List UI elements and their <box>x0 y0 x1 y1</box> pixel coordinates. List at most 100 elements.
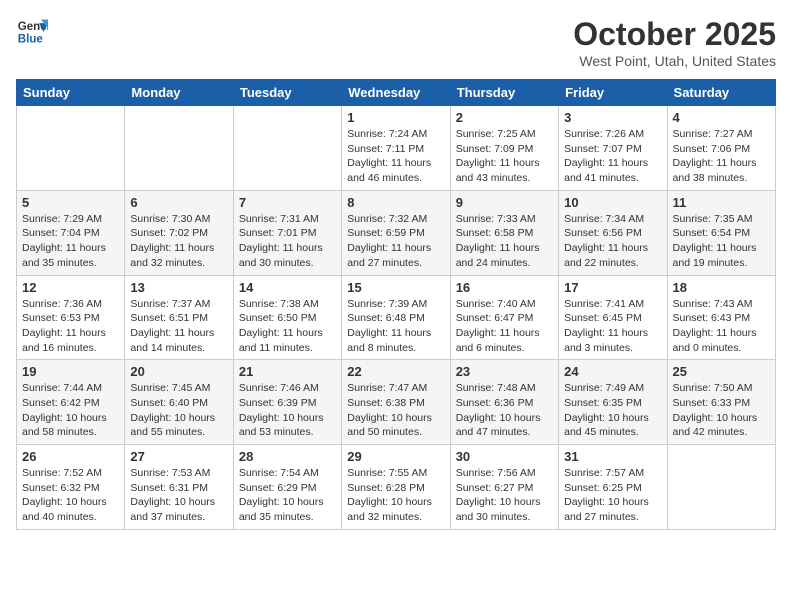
col-header-friday: Friday <box>559 80 667 106</box>
calendar-cell: 25 Sunrise: 7:50 AM Sunset: 6:33 PM Dayli… <box>667 360 775 445</box>
day-number: 8 <box>347 195 444 210</box>
day-info: Sunrise: 7:53 AM Sunset: 6:31 PM Dayligh… <box>130 466 227 525</box>
day-info: Sunrise: 7:32 AM Sunset: 6:59 PM Dayligh… <box>347 212 444 271</box>
day-info: Sunrise: 7:38 AM Sunset: 6:50 PM Dayligh… <box>239 297 336 356</box>
day-info: Sunrise: 7:49 AM Sunset: 6:35 PM Dayligh… <box>564 381 661 440</box>
day-info: Sunrise: 7:24 AM Sunset: 7:11 PM Dayligh… <box>347 127 444 186</box>
calendar-cell: 1 Sunrise: 7:24 AM Sunset: 7:11 PM Daylig… <box>342 106 450 191</box>
day-number: 13 <box>130 280 227 295</box>
calendar-week-4: 19 Sunrise: 7:44 AM Sunset: 6:42 PM Dayli… <box>17 360 776 445</box>
col-header-sunday: Sunday <box>17 80 125 106</box>
calendar-cell: 16 Sunrise: 7:40 AM Sunset: 6:47 PM Dayli… <box>450 275 558 360</box>
day-number: 1 <box>347 110 444 125</box>
day-info: Sunrise: 7:36 AM Sunset: 6:53 PM Dayligh… <box>22 297 119 356</box>
calendar-cell: 10 Sunrise: 7:34 AM Sunset: 6:56 PM Dayli… <box>559 190 667 275</box>
day-number: 10 <box>564 195 661 210</box>
calendar-cell: 9Sunrise: 7:33 AM Sunset: 6:58 PM Daylig… <box>450 190 558 275</box>
day-info: Sunrise: 7:26 AM Sunset: 7:07 PM Dayligh… <box>564 127 661 186</box>
day-number: 23 <box>456 364 553 379</box>
day-info: Sunrise: 7:55 AM Sunset: 6:28 PM Dayligh… <box>347 466 444 525</box>
calendar-cell: 8 Sunrise: 7:32 AM Sunset: 6:59 PM Daylig… <box>342 190 450 275</box>
calendar-week-1: 1 Sunrise: 7:24 AM Sunset: 7:11 PM Daylig… <box>17 106 776 191</box>
day-info: Sunrise: 7:46 AM Sunset: 6:39 PM Dayligh… <box>239 381 336 440</box>
day-number: 15 <box>347 280 444 295</box>
day-number: 21 <box>239 364 336 379</box>
day-number: 4 <box>673 110 770 125</box>
logo: General Blue <box>16 16 48 48</box>
day-number: 5 <box>22 195 119 210</box>
calendar-cell: 18Sunrise: 7:43 AM Sunset: 6:43 PM Dayli… <box>667 275 775 360</box>
day-number: 30 <box>456 449 553 464</box>
calendar-cell: 5 Sunrise: 7:29 AM Sunset: 7:04 PM Daylig… <box>17 190 125 275</box>
calendar-cell: 7Sunrise: 7:31 AM Sunset: 7:01 PM Daylig… <box>233 190 341 275</box>
col-header-monday: Monday <box>125 80 233 106</box>
calendar-cell: 15 Sunrise: 7:39 AM Sunset: 6:48 PM Dayli… <box>342 275 450 360</box>
calendar-cell: 2 Sunrise: 7:25 AM Sunset: 7:09 PM Daylig… <box>450 106 558 191</box>
logo-icon: General Blue <box>16 16 48 48</box>
day-info: Sunrise: 7:52 AM Sunset: 6:32 PM Dayligh… <box>22 466 119 525</box>
day-info: Sunrise: 7:40 AM Sunset: 6:47 PM Dayligh… <box>456 297 553 356</box>
day-number: 17 <box>564 280 661 295</box>
day-info: Sunrise: 7:29 AM Sunset: 7:04 PM Dayligh… <box>22 212 119 271</box>
day-info: Sunrise: 7:54 AM Sunset: 6:29 PM Dayligh… <box>239 466 336 525</box>
calendar-cell <box>17 106 125 191</box>
day-info: Sunrise: 7:31 AM Sunset: 7:01 PM Dayligh… <box>239 212 336 271</box>
calendar-cell: 14 Sunrise: 7:38 AM Sunset: 6:50 PM Dayli… <box>233 275 341 360</box>
page-header: General Blue October 2025 West Point, Ut… <box>16 16 776 69</box>
day-info: Sunrise: 7:35 AM Sunset: 6:54 PM Dayligh… <box>673 212 770 271</box>
day-number: 20 <box>130 364 227 379</box>
col-header-thursday: Thursday <box>450 80 558 106</box>
day-number: 24 <box>564 364 661 379</box>
day-info: Sunrise: 7:39 AM Sunset: 6:48 PM Dayligh… <box>347 297 444 356</box>
day-info: Sunrise: 7:56 AM Sunset: 6:27 PM Dayligh… <box>456 466 553 525</box>
calendar-cell: 11 Sunrise: 7:35 AM Sunset: 6:54 PM Dayli… <box>667 190 775 275</box>
col-header-tuesday: Tuesday <box>233 80 341 106</box>
calendar-cell: 21 Sunrise: 7:46 AM Sunset: 6:39 PM Dayli… <box>233 360 341 445</box>
calendar-cell <box>667 445 775 530</box>
calendar-cell: 6Sunrise: 7:30 AM Sunset: 7:02 PM Daylig… <box>125 190 233 275</box>
day-info: Sunrise: 7:34 AM Sunset: 6:56 PM Dayligh… <box>564 212 661 271</box>
day-number: 29 <box>347 449 444 464</box>
col-header-wednesday: Wednesday <box>342 80 450 106</box>
calendar-week-5: 26 Sunrise: 7:52 AM Sunset: 6:32 PM Dayli… <box>17 445 776 530</box>
svg-text:Blue: Blue <box>18 34 44 46</box>
calendar-cell: 19 Sunrise: 7:44 AM Sunset: 6:42 PM Dayli… <box>17 360 125 445</box>
day-info: Sunrise: 7:50 AM Sunset: 6:33 PM Dayligh… <box>673 381 770 440</box>
col-header-saturday: Saturday <box>667 80 775 106</box>
day-number: 2 <box>456 110 553 125</box>
calendar-week-2: 5 Sunrise: 7:29 AM Sunset: 7:04 PM Daylig… <box>17 190 776 275</box>
day-info: Sunrise: 7:41 AM Sunset: 6:45 PM Dayligh… <box>564 297 661 356</box>
calendar-cell: 22 Sunrise: 7:47 AM Sunset: 6:38 PM Dayli… <box>342 360 450 445</box>
day-info: Sunrise: 7:48 AM Sunset: 6:36 PM Dayligh… <box>456 381 553 440</box>
day-info: Sunrise: 7:37 AM Sunset: 6:51 PM Dayligh… <box>130 297 227 356</box>
day-number: 9 <box>456 195 553 210</box>
day-number: 3 <box>564 110 661 125</box>
location-text: West Point, Utah, United States <box>573 53 776 69</box>
day-number: 22 <box>347 364 444 379</box>
day-number: 6 <box>130 195 227 210</box>
day-number: 26 <box>22 449 119 464</box>
calendar-header-row: SundayMondayTuesdayWednesdayThursdayFrid… <box>17 80 776 106</box>
day-number: 27 <box>130 449 227 464</box>
day-info: Sunrise: 7:57 AM Sunset: 6:25 PM Dayligh… <box>564 466 661 525</box>
day-number: 12 <box>22 280 119 295</box>
calendar-cell: 28 Sunrise: 7:54 AM Sunset: 6:29 PM Dayli… <box>233 445 341 530</box>
day-number: 11 <box>673 195 770 210</box>
day-info: Sunrise: 7:25 AM Sunset: 7:09 PM Dayligh… <box>456 127 553 186</box>
day-number: 19 <box>22 364 119 379</box>
calendar-table: SundayMondayTuesdayWednesdayThursdayFrid… <box>16 79 776 530</box>
day-number: 14 <box>239 280 336 295</box>
calendar-cell: 24 Sunrise: 7:49 AM Sunset: 6:35 PM Dayli… <box>559 360 667 445</box>
calendar-cell: 27 Sunrise: 7:53 AM Sunset: 6:31 PM Dayli… <box>125 445 233 530</box>
day-number: 25 <box>673 364 770 379</box>
calendar-cell: 12 Sunrise: 7:36 AM Sunset: 6:53 PM Dayli… <box>17 275 125 360</box>
calendar-cell: 13 Sunrise: 7:37 AM Sunset: 6:51 PM Dayli… <box>125 275 233 360</box>
day-number: 18 <box>673 280 770 295</box>
day-info: Sunrise: 7:44 AM Sunset: 6:42 PM Dayligh… <box>22 381 119 440</box>
day-number: 28 <box>239 449 336 464</box>
day-number: 16 <box>456 280 553 295</box>
calendar-cell: 20Sunrise: 7:45 AM Sunset: 6:40 PM Dayli… <box>125 360 233 445</box>
month-title: October 2025 <box>573 16 776 53</box>
day-info: Sunrise: 7:47 AM Sunset: 6:38 PM Dayligh… <box>347 381 444 440</box>
calendar-cell: 17 Sunrise: 7:41 AM Sunset: 6:45 PM Dayli… <box>559 275 667 360</box>
